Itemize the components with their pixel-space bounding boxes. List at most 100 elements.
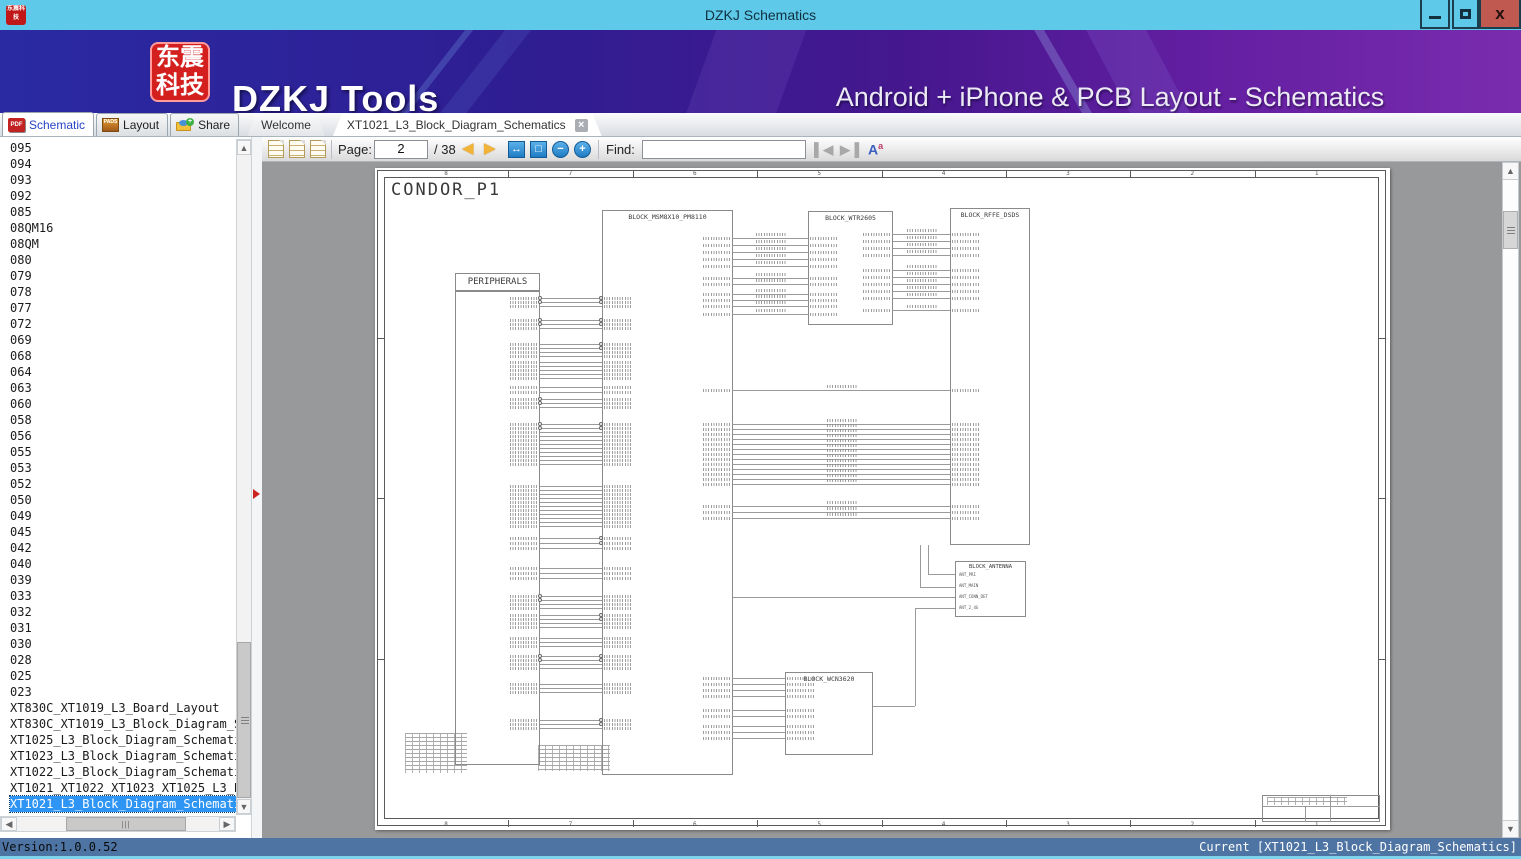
sidebar-page-item[interactable]: 050 xyxy=(0,492,236,508)
viewer-vertical-scrollbar[interactable]: ▲ ▼ xyxy=(1502,162,1519,838)
sidebar-file-item[interactable]: XT1025_L3_Block_Diagram_Schematics xyxy=(0,732,236,748)
pin-name-text xyxy=(604,637,632,640)
pin-name-text xyxy=(510,459,538,462)
doc-tab-xt1021_l3_block_diagram_schematics[interactable]: XT1021_L3_Block_Diagram_Schematics × xyxy=(333,114,602,136)
sidebar-page-item[interactable]: 068 xyxy=(0,348,236,364)
zoom-in-button[interactable]: + xyxy=(574,141,591,158)
sidebar-page-item[interactable]: 063 xyxy=(0,380,236,396)
list-item-label: 080 xyxy=(10,253,32,267)
page-copy-icon[interactable] xyxy=(268,140,284,158)
sidebar-page-item[interactable]: 092 xyxy=(0,188,236,204)
list-item-label: 056 xyxy=(10,429,32,443)
sidebar-file-item[interactable]: XT1022_L3_Block_Diagram_Schematics xyxy=(0,764,236,780)
pin-name-text xyxy=(604,365,632,368)
sidebar-page-item[interactable]: 055 xyxy=(0,444,236,460)
schematic-wire xyxy=(893,234,950,235)
minimize-button[interactable] xyxy=(1420,0,1450,29)
sidebar-file-item[interactable]: XT830C_XT1019_L3_Board_Layout xyxy=(0,700,236,716)
tab-layout[interactable]: PADS Layout xyxy=(96,113,169,136)
page-next-icon[interactable] xyxy=(310,140,326,158)
sidebar-page-item[interactable]: 028 xyxy=(0,652,236,668)
logo-line1: 东震 xyxy=(156,44,204,71)
schematic-wire xyxy=(540,424,602,425)
scroll-right-button[interactable]: ▶ xyxy=(219,817,235,831)
pin-name-text xyxy=(604,347,632,350)
zoom-out-button[interactable]: − xyxy=(552,141,569,158)
scroll-thumb[interactable] xyxy=(237,642,251,798)
sidebar-page-item[interactable]: 042 xyxy=(0,540,236,556)
junction-ring xyxy=(599,322,603,326)
pin-name-text xyxy=(604,377,632,380)
sidebar-page-item[interactable]: 053 xyxy=(0,460,236,476)
previous-page-button[interactable]: ◀ xyxy=(462,139,474,157)
sidebar-page-item[interactable]: 080 xyxy=(0,252,236,268)
pin-name-text xyxy=(952,269,980,272)
sidebar-page-item[interactable]: 077 xyxy=(0,300,236,316)
tab-share[interactable]: + Share xyxy=(170,113,240,136)
sidebar-page-item[interactable]: 033 xyxy=(0,588,236,604)
tab-schematic[interactable]: PDF Schematic xyxy=(2,112,95,136)
sidebar-page-item[interactable]: 072 xyxy=(0,316,236,332)
close-button[interactable]: x xyxy=(1479,0,1521,29)
sidebar-page-item[interactable]: 032 xyxy=(0,604,236,620)
sidebar-page-item[interactable]: 023 xyxy=(0,684,236,700)
sidebar-page-item[interactable]: 085 xyxy=(0,204,236,220)
sidebar-page-item[interactable]: 060 xyxy=(0,396,236,412)
sidebar-page-item[interactable]: 069 xyxy=(0,332,236,348)
sidebar-page-item[interactable]: 056 xyxy=(0,428,236,444)
sidebar-page-item[interactable]: 039 xyxy=(0,572,236,588)
panel-splitter[interactable] xyxy=(252,137,262,838)
sidebar-page-item[interactable]: 040 xyxy=(0,556,236,572)
pin-name-text xyxy=(703,423,731,426)
sidebar-page-item[interactable]: 045 xyxy=(0,524,236,540)
sidebar-file-item[interactable]: XT830C_XT1019_L3_Block_Diagram_Schemat xyxy=(0,716,236,732)
scroll-left-button[interactable]: ◀ xyxy=(1,817,17,831)
next-page-button[interactable]: ▶ xyxy=(484,139,496,157)
scroll-up-button[interactable]: ▲ xyxy=(1503,163,1518,180)
scroll-thumb[interactable]: ||| xyxy=(66,817,186,831)
find-next-button[interactable]: ▶▐ xyxy=(840,142,859,158)
doc-tab-welcome[interactable]: Welcome xyxy=(247,114,325,136)
pdf-viewer[interactable]: CONDOR_P1 8 8 7 7 6 6 5 5 4 4 3 3 2 2 1 1 PERIPHERALS BLO… xyxy=(262,162,1521,838)
sidebar-file-item[interactable]: XT1021_XT1022_XT1023_XT1025_L3_Board_I xyxy=(0,780,236,796)
find-previous-button[interactable]: ▌◀ xyxy=(814,142,833,158)
net-name-text xyxy=(906,243,937,246)
splitter-collapse-icon[interactable] xyxy=(253,489,260,499)
sidebar-file-item[interactable]: XT1021_L3_Block_Diagram_Schematics xyxy=(0,795,236,813)
scroll-down-button[interactable]: ▼ xyxy=(237,799,251,814)
sidebar-page-item[interactable]: 078 xyxy=(0,284,236,300)
sidebar-page-item[interactable]: 031 xyxy=(0,620,236,636)
net-name-text xyxy=(906,279,937,282)
sidebar-page-item[interactable]: 030 xyxy=(0,636,236,652)
scroll-thumb[interactable] xyxy=(1503,211,1518,249)
sidebar-page-item[interactable]: 025 xyxy=(0,668,236,684)
sidebar-page-item[interactable]: 08QM xyxy=(0,236,236,252)
schematic-wire xyxy=(540,407,602,408)
fit-page-button[interactable]: □ xyxy=(530,141,547,158)
find-input[interactable] xyxy=(642,140,806,159)
sidebar-page-item[interactable]: 094 xyxy=(0,156,236,172)
tab-close-icon[interactable]: × xyxy=(575,119,588,132)
scroll-down-button[interactable]: ▼ xyxy=(1503,820,1518,837)
page-number-input[interactable]: 2 xyxy=(374,140,428,159)
sidebar-page-item[interactable]: 093 xyxy=(0,172,236,188)
sidebar-page-item[interactable]: 08QM16 xyxy=(0,220,236,236)
sidebar-horizontal-scrollbar[interactable]: ◀ ||| ▶ xyxy=(0,816,236,832)
sidebar-page-item[interactable]: 058 xyxy=(0,412,236,428)
pin-name-text xyxy=(703,709,731,712)
schematic-wire xyxy=(540,668,602,669)
sidebar-page-item[interactable]: 095 xyxy=(0,140,236,156)
sidebar-vertical-scrollbar[interactable]: ▲ ▼ xyxy=(236,139,252,815)
schematic-wire xyxy=(733,716,785,717)
sidebar-file-item[interactable]: XT1023_L3_Block_Diagram_Schematics xyxy=(0,748,236,764)
sidebar-page-item[interactable]: 064 xyxy=(0,364,236,380)
schematic-wire xyxy=(540,684,602,685)
sidebar-page-item[interactable]: 052 xyxy=(0,476,236,492)
sidebar-page-item[interactable]: 049 xyxy=(0,508,236,524)
maximize-button[interactable] xyxy=(1452,0,1479,29)
sidebar-page-item[interactable]: 079 xyxy=(0,268,236,284)
fit-width-button[interactable]: ↔ xyxy=(508,141,525,158)
scroll-up-button[interactable]: ▲ xyxy=(237,140,251,155)
page-prev-icon[interactable] xyxy=(289,140,305,158)
match-case-button[interactable]: Aa xyxy=(868,141,883,158)
